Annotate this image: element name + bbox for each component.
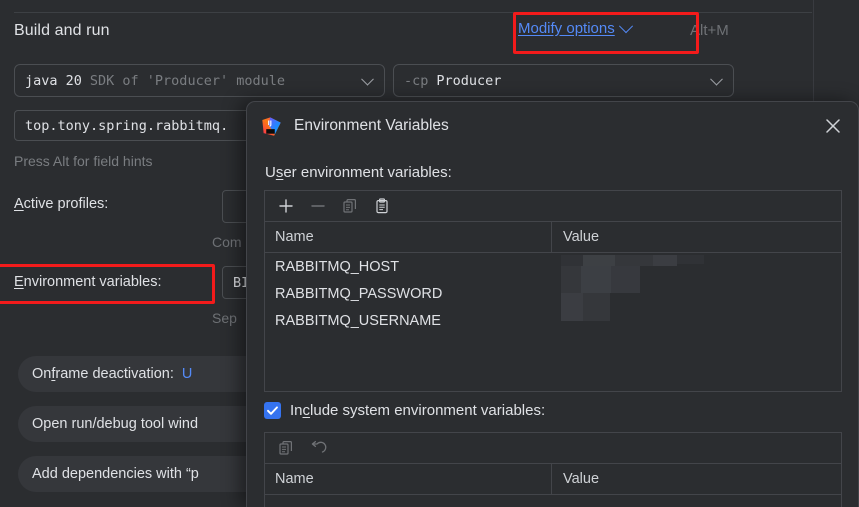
jdk-select[interactable]: java 20 SDK of 'Producer' module bbox=[14, 64, 385, 97]
column-header-value: Value bbox=[552, 464, 841, 494]
column-header-name: Name bbox=[265, 464, 552, 494]
dialog-title: Environment Variables bbox=[294, 117, 449, 135]
section-separator bbox=[14, 12, 812, 13]
option-value-0[interactable]: U bbox=[182, 366, 192, 382]
copy-icon[interactable] bbox=[277, 439, 295, 457]
main-class-value: top.tony.spring.rabbitmq. bbox=[25, 118, 228, 134]
include-system-prefix: In bbox=[290, 402, 303, 419]
option-prefix-0: On bbox=[32, 366, 51, 382]
option-row-on-frame-deactivation[interactable]: On frame deactivation:U bbox=[18, 356, 266, 392]
add-icon[interactable] bbox=[277, 197, 295, 215]
option-label-0: rame deactivation: bbox=[55, 366, 173, 382]
modify-options-text: odify options bbox=[531, 20, 615, 37]
remove-icon[interactable] bbox=[309, 197, 327, 215]
environment-variables-hint: Sep bbox=[212, 310, 237, 326]
user-variables-toolbar bbox=[265, 191, 841, 222]
active-profiles-label-text: ctive profiles: bbox=[24, 196, 109, 212]
jdk-description: SDK of 'Producer' module bbox=[90, 73, 285, 89]
user-table-body: RABBITMQ_HOST RABBITMQ_PASSWORD RABBITMQ… bbox=[265, 253, 841, 334]
environment-variables-label-text: nvironment variables: bbox=[24, 274, 162, 290]
field-hint-text: Press Alt for field hints bbox=[14, 153, 153, 169]
option-label-2: Add dependencies with “p bbox=[32, 466, 199, 482]
table-row[interactable]: RABBITMQ_USERNAME bbox=[265, 307, 841, 334]
chevron-down-icon bbox=[710, 72, 723, 85]
option-label-1: Open run/debug tool wind bbox=[32, 416, 198, 432]
table-row[interactable]: RABBITMQ_HOST bbox=[265, 253, 841, 280]
dialog-titlebar: IJ Environment Variables bbox=[247, 102, 858, 150]
option-row-add-dependencies[interactable]: Add dependencies with “p bbox=[18, 456, 266, 492]
copy-icon[interactable] bbox=[341, 197, 359, 215]
environment-variables-mnemonic: E bbox=[14, 274, 24, 290]
environment-variables-label: Environment variables: bbox=[14, 274, 162, 290]
option-row-open-run-debug-tool-window[interactable]: Open run/debug tool wind bbox=[18, 406, 266, 442]
user-table-header: Name Value bbox=[265, 222, 841, 253]
variable-name: RABBITMQ_PASSWORD bbox=[265, 286, 552, 302]
table-row[interactable]: RABBITMQ_PASSWORD bbox=[265, 280, 841, 307]
system-variables-table: Name Value bbox=[264, 432, 842, 507]
chevron-down-icon bbox=[619, 19, 633, 33]
user-vars-label-text: er environment variables: bbox=[283, 164, 451, 181]
modify-options-mnemonic: M bbox=[518, 20, 531, 37]
classpath-module: Producer bbox=[436, 73, 501, 89]
user-vars-prefix: U bbox=[265, 164, 276, 181]
system-table-header: Name Value bbox=[265, 464, 841, 495]
environment-variables-dialog: IJ Environment Variables User environmen… bbox=[246, 101, 859, 507]
variable-name: RABBITMQ_USERNAME bbox=[265, 313, 552, 329]
page-title: Build and run bbox=[14, 22, 110, 40]
classpath-flag: -cp bbox=[404, 73, 428, 89]
close-icon[interactable] bbox=[822, 115, 844, 137]
variable-name: RABBITMQ_HOST bbox=[265, 259, 552, 275]
include-system-variables-row[interactable]: Include system environment variables: bbox=[264, 402, 545, 419]
active-profiles-label: Active profiles: bbox=[14, 196, 108, 212]
include-system-label-text: lude system environment variables: bbox=[310, 402, 545, 419]
paste-icon[interactable] bbox=[373, 197, 391, 215]
modify-options-button[interactable]: Modify options bbox=[518, 20, 631, 37]
checkmark-icon bbox=[264, 402, 281, 419]
jdk-version: java 20 bbox=[25, 73, 82, 89]
include-system-variables-label: Include system environment variables: bbox=[290, 402, 545, 419]
column-header-name: Name bbox=[265, 222, 552, 252]
active-profiles-hint: Com bbox=[212, 234, 242, 250]
active-profiles-mnemonic: A bbox=[14, 196, 24, 212]
column-header-value: Value bbox=[552, 222, 841, 252]
user-variables-table: Name Value RABBITMQ_HOST RABBITMQ_PASSWO… bbox=[264, 190, 842, 392]
system-variables-toolbar bbox=[265, 433, 841, 464]
modify-options-shortcut: Alt+M bbox=[690, 22, 729, 39]
intellij-idea-icon: IJ bbox=[261, 116, 282, 137]
user-environment-variables-label: User environment variables: bbox=[265, 164, 452, 181]
svg-text:IJ: IJ bbox=[268, 121, 272, 127]
revert-icon[interactable] bbox=[309, 439, 327, 457]
modify-options-label[interactable]: Modify options bbox=[518, 20, 615, 37]
chevron-down-icon bbox=[361, 72, 374, 85]
include-system-mnemonic: c bbox=[303, 402, 311, 419]
classpath-select[interactable]: -cp Producer bbox=[393, 64, 734, 97]
include-system-variables-checkbox[interactable] bbox=[264, 402, 281, 419]
